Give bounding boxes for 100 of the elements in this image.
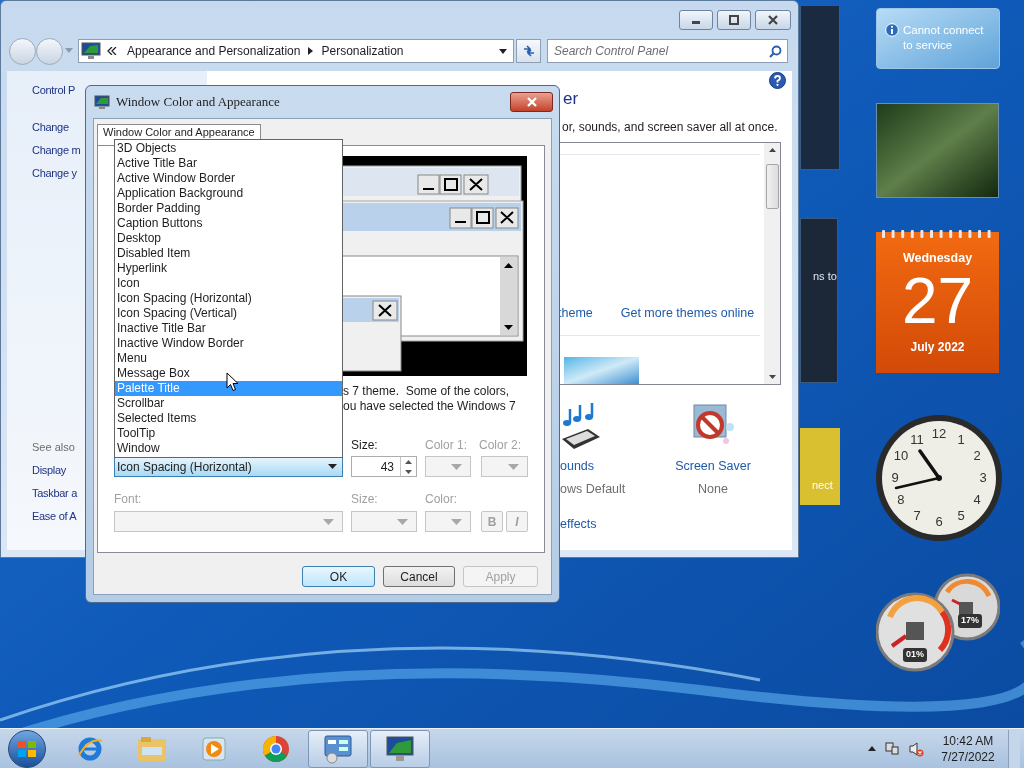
dialog-button[interactable]: Cancel <box>383 566 455 587</box>
dropdown-option[interactable]: Icon Spacing (Horizontal) <box>115 291 342 306</box>
close-button[interactable] <box>755 10 791 30</box>
clock-numeral: 7 <box>913 509 921 524</box>
dropdown-option[interactable]: Scrollbar <box>115 396 342 411</box>
dropdown-option[interactable]: Icon <box>115 276 342 291</box>
dropdown-option[interactable]: Hyperlink <box>115 261 342 276</box>
color-label: Color 2: <box>479 438 523 452</box>
info-icon <box>885 23 899 37</box>
scroll-up-icon <box>768 148 776 152</box>
show-hidden-icons-icon[interactable] <box>868 746 876 751</box>
media-player-icon <box>199 734 229 763</box>
caret-icon <box>451 463 462 470</box>
dropdown-option[interactable]: Icon Spacing (Vertical) <box>115 306 342 321</box>
calendar-day: 27 <box>901 267 974 334</box>
dropdown-option[interactable]: Window <box>115 441 342 456</box>
page-description: or, sounds, and screen saver all at once. <box>562 119 778 136</box>
clock-numeral: 2 <box>973 449 981 463</box>
dropdown-option[interactable]: Active Window Border <box>115 171 342 186</box>
dropdown-option[interactable]: Desktop <box>115 231 342 246</box>
sidebar-link[interactable]: Ease of A <box>32 509 77 524</box>
maximize-button[interactable] <box>717 10 751 30</box>
breadcrumb-link[interactable]: Appearance and Personalization <box>127 42 301 60</box>
clock-numeral: 12 <box>931 427 947 441</box>
double-chevron-icon <box>107 47 117 55</box>
sidebar-link[interactable]: Taskbar a <box>32 486 77 501</box>
taskbar-app[interactable] <box>370 729 430 768</box>
start-button[interactable] <box>8 729 46 768</box>
dropdown-option[interactable]: Inactive Window Border <box>115 336 342 351</box>
dropdown-option[interactable]: Inactive Title Bar <box>115 321 342 336</box>
clock-numeral: 10 <box>893 449 909 463</box>
window-text: ns to <box>813 270 837 282</box>
description-text: s 7 theme. Some of the colors, <box>343 384 510 399</box>
dropdown-option[interactable]: Border Padding <box>115 201 342 216</box>
memory-usage-reading: 17% <box>958 614 982 628</box>
cpu-usage-reading: 01% <box>903 648 927 662</box>
sidebar-link[interactable]: Change y <box>32 166 77 181</box>
sidebar-link[interactable]: Display <box>32 463 66 478</box>
close-icon <box>767 15 779 25</box>
address-bar[interactable]: Appearance and Personalization Personalization <box>78 39 514 63</box>
sidebar-link[interactable]: Control P <box>32 83 76 98</box>
window-text: nect <box>812 479 833 491</box>
dropdown-option[interactable]: Message Box <box>115 366 342 381</box>
effects-link[interactable]: effects <box>560 514 597 534</box>
dropdown-option[interactable]: Disabled Item <box>115 246 342 261</box>
calendar-weekday: Wednesday <box>902 250 973 267</box>
size-spinner[interactable]: 43 <box>351 456 417 477</box>
search-field[interactable]: Search Control Panel <box>547 39 788 63</box>
network-icon[interactable] <box>884 740 900 757</box>
dropdown-option[interactable]: ToolTip <box>115 426 342 441</box>
setting-link[interactable]: ounds <box>560 457 595 476</box>
item-dropdown[interactable]: Icon Spacing (Horizontal) <box>114 456 343 477</box>
dropdown-option[interactable]: Caption Buttons <box>115 216 342 231</box>
monitor-icon <box>94 94 110 110</box>
theme-link[interactable]: Get more themes online <box>620 304 755 323</box>
caret-icon <box>65 48 73 54</box>
setting-link[interactable]: Screen Saver <box>675 457 751 476</box>
sidebar-link[interactable]: Change m <box>32 143 81 158</box>
setting-value: ows Default <box>560 480 626 498</box>
font-label: Font: <box>114 492 143 506</box>
scrollbar-thumb[interactable] <box>765 164 779 209</box>
page-heading: er <box>563 89 579 109</box>
close-button[interactable] <box>510 92 553 112</box>
scroll-down-icon <box>768 375 776 379</box>
clock-numeral: 6 <box>935 515 943 529</box>
taskbar-clock[interactable]: 10:42 AM 7/27/2022 <box>936 732 1000 765</box>
speaker-muted-icon[interactable] <box>908 740 924 757</box>
clock-numeral: 1 <box>957 432 965 447</box>
refresh-button[interactable] <box>516 39 541 63</box>
setting-value: None <box>698 480 728 498</box>
dropdown-option[interactable]: Application Background <box>115 186 342 201</box>
clock-numeral: 11 <box>910 432 924 447</box>
caret-icon <box>323 518 334 525</box>
windows-logo-icon <box>17 739 37 758</box>
description-text: ou have selected the Windows 7 <box>343 399 516 414</box>
chevron-right-icon <box>308 47 314 55</box>
dropdown-option[interactable]: Active Title Bar <box>115 156 342 171</box>
dropdown-option[interactable]: Selected Items <box>115 411 342 426</box>
minimize-button[interactable] <box>679 10 713 30</box>
monitor-icon <box>81 42 101 60</box>
weather-message: Cannot connect to service <box>903 23 985 53</box>
dropdown-option[interactable]: Menu <box>115 351 342 366</box>
size-label: Size: <box>351 492 379 506</box>
clock-numeral: 3 <box>979 471 987 485</box>
clock-numeral: 5 <box>957 509 965 524</box>
chrome-icon <box>261 733 291 764</box>
sidebar-link[interactable]: Change <box>32 120 69 135</box>
caret-icon <box>499 48 507 54</box>
refresh-icon <box>521 45 536 57</box>
breadcrumb-link[interactable]: Personalization <box>321 42 404 60</box>
help-icon[interactable] <box>769 72 786 89</box>
caret-icon <box>328 464 337 469</box>
dialog-button[interactable]: OK <box>302 566 375 587</box>
clock-numeral: 4 <box>973 493 981 507</box>
caret-icon <box>451 518 462 525</box>
dialog-title: Window Color and Appearance <box>116 93 280 112</box>
clock-numeral: 8 <box>897 493 905 507</box>
control-panel-icon <box>322 733 354 764</box>
monitor-icon <box>384 733 416 764</box>
taskbar-app[interactable] <box>308 729 368 768</box>
